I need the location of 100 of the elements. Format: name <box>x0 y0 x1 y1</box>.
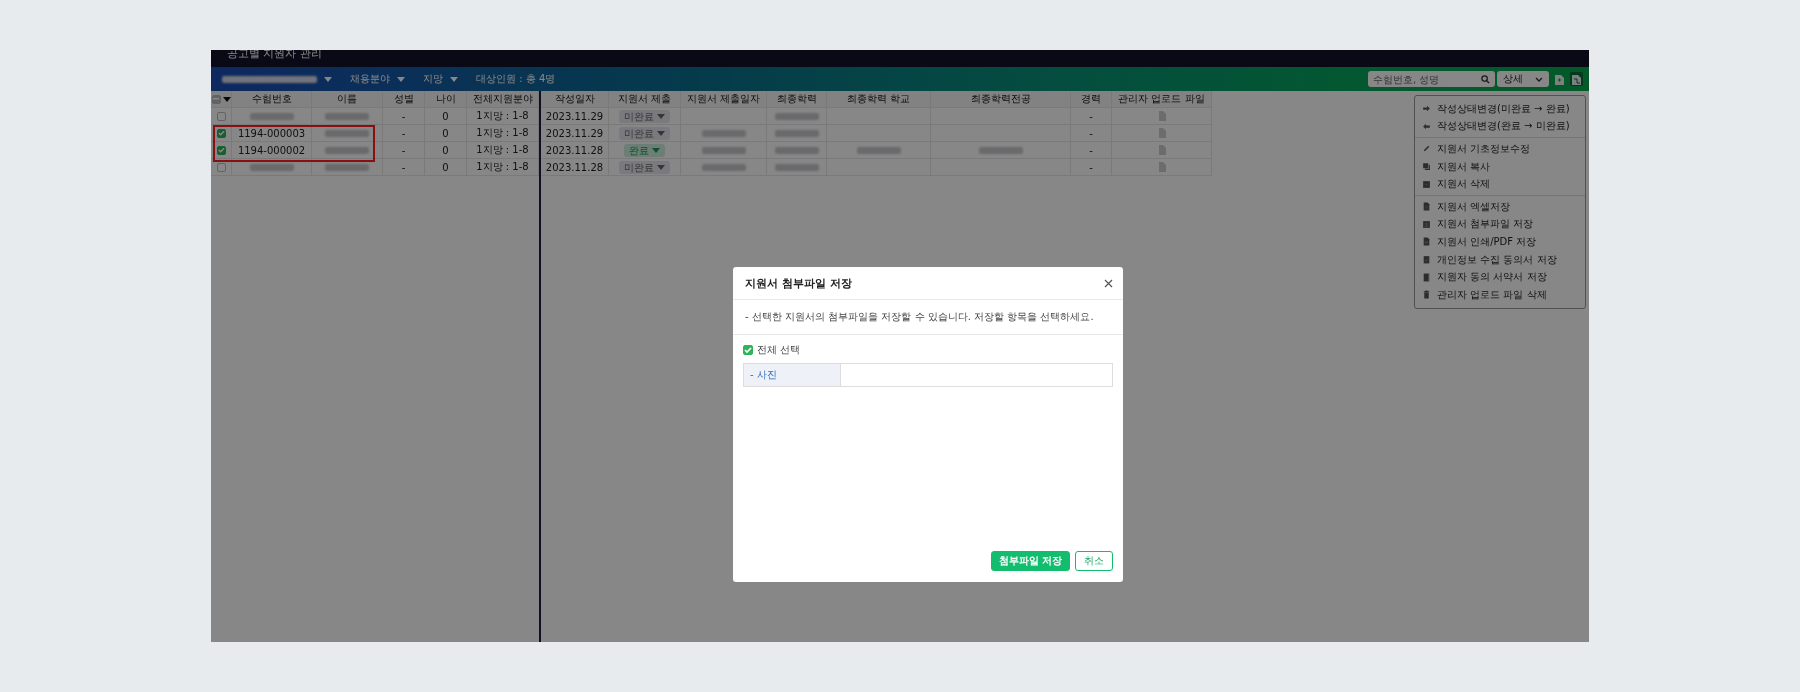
menu-item[interactable]: 지원서 엑셀저장 <box>1415 197 1585 216</box>
caret-icon <box>324 76 332 82</box>
cell-text: 1지망 : 1-8 <box>476 143 529 157</box>
add-file-button[interactable] <box>1553 72 1566 86</box>
chevron-icon <box>1535 76 1543 82</box>
cell-text: 0 <box>442 161 449 173</box>
cell-text: - <box>401 144 406 156</box>
menu-item-icon <box>1422 219 1431 229</box>
target-count: 대상인원 : 총 4명 <box>476 72 556 86</box>
cancel-button[interactable]: 취소 <box>1075 551 1113 571</box>
column-header[interactable]: 전체지원분야 <box>472 92 533 106</box>
cell-text: - <box>1089 127 1093 139</box>
cell-text: 2023.11.28 <box>545 161 604 173</box>
redacted-text <box>325 163 369 171</box>
status-dropdown[interactable]: 미완료 <box>619 160 670 174</box>
filter-dropdown[interactable]: 지망 <box>423 72 458 86</box>
column-header[interactable]: 관리자 업로드 파일 <box>1118 92 1205 106</box>
redacted-text <box>774 163 819 171</box>
redacted-text <box>701 163 746 171</box>
caret-icon <box>657 164 665 170</box>
menu-item[interactable]: 관리자 업로드 파일 삭제 <box>1415 285 1585 304</box>
cell-text: - <box>1089 161 1093 173</box>
redacted-text <box>774 129 819 137</box>
menu-item-icon <box>1422 272 1431 282</box>
menu-item[interactable]: 지원서 삭제 <box>1415 175 1585 193</box>
filter-dropdown[interactable]: 채용분야 <box>350 72 405 86</box>
caret-icon <box>397 76 405 82</box>
menu-item[interactable]: 지원서 복사 <box>1415 157 1585 176</box>
cell-text: - <box>401 161 406 173</box>
redacted-text <box>249 112 294 120</box>
table-row[interactable]: - 0 1지망 : 1-8 <box>211 159 539 176</box>
caret-icon <box>652 147 660 153</box>
caret-icon <box>450 76 458 82</box>
redacted-text <box>856 146 901 154</box>
cell-text: 0 <box>442 144 449 156</box>
column-header[interactable]: 경력 <box>1081 92 1101 106</box>
caret-icon <box>657 130 665 136</box>
menu-item[interactable]: 작성상태변경(완료 → 미완료) <box>1415 117 1585 136</box>
menu-item[interactable]: 지원서 인쇄/PDF 저장 <box>1415 233 1585 251</box>
cell-text: - <box>401 110 406 122</box>
column-header[interactable]: 최종학력 <box>776 92 817 106</box>
column-header[interactable]: 이름 <box>337 92 357 106</box>
column-header[interactable]: 최종학력전공 <box>970 92 1031 106</box>
menu-item-icon <box>1422 179 1431 189</box>
cell-text: 2023.11.29 <box>545 127 604 139</box>
column-header[interactable]: 성별 <box>393 92 414 106</box>
file-menu-button[interactable] <box>1570 72 1583 86</box>
checkbox[interactable] <box>743 345 753 355</box>
column-header[interactable]: 최종학력 학교 <box>846 92 911 106</box>
table-row[interactable]: - 0 1지망 : 1-8 <box>211 108 539 125</box>
redacted-text <box>701 146 746 154</box>
redacted-text <box>249 163 294 171</box>
checkbox[interactable] <box>216 162 226 172</box>
redacted-text <box>325 146 369 154</box>
cell-text: 0 <box>442 127 449 139</box>
redacted-text <box>701 129 746 137</box>
menu-item[interactable]: 지원서 기초정보수정 <box>1415 140 1585 158</box>
redacted-text <box>978 146 1023 154</box>
menu-item-icon <box>1422 237 1431 247</box>
cell-text: 1지망 : 1-8 <box>476 160 529 174</box>
cell-text: 1194-000002 <box>237 144 306 156</box>
column-header[interactable]: 수험번호 <box>251 92 292 106</box>
checkbox[interactable] <box>211 94 221 104</box>
checkbox[interactable] <box>216 145 226 155</box>
checkbox[interactable] <box>216 128 226 138</box>
column-header[interactable]: 나이 <box>435 92 456 106</box>
cell-text: 1지망 : 1-8 <box>476 109 529 123</box>
search-field[interactable]: 수험번호, 성명 <box>1368 71 1495 87</box>
menu-item-icon <box>1422 255 1431 265</box>
checkbox[interactable] <box>216 111 226 121</box>
dialog-description: - 선택한 지원서의 첨부파일을 저장할 수 있습니다. 저장할 항목을 선택하세요. <box>745 311 1094 322</box>
redacted-text <box>774 146 819 154</box>
menu-item-icon <box>1422 144 1431 154</box>
checkbox-label: 전체 선택 <box>757 343 801 357</box>
menu-item-icon <box>1422 162 1431 172</box>
menu-item-icon <box>1422 202 1431 212</box>
caret-icon <box>222 96 231 102</box>
redacted-text <box>325 129 369 137</box>
redacted-text <box>325 112 369 120</box>
cell-text: 2023.11.29 <box>545 110 604 122</box>
dialog-title: 지원서 첨부파일 저장 <box>745 275 852 291</box>
menu-item[interactable]: 작성상태변경(미완료 → 완료) <box>1415 100 1585 118</box>
field-label: - 사진 <box>750 368 777 382</box>
menu-item-icon <box>1422 290 1431 300</box>
menu-item[interactable]: 지원서 첨부파일 저장 <box>1415 215 1585 234</box>
cell-text: - <box>1089 144 1093 156</box>
search-icon <box>1481 75 1490 84</box>
cell-text: 0 <box>442 110 449 122</box>
close-button[interactable] <box>1104 278 1113 288</box>
column-header[interactable]: 작성일자 <box>554 92 595 106</box>
menu-item[interactable]: 개인정보 수집 동의서 저장 <box>1415 250 1585 269</box>
column-header[interactable]: 지원서 제출일자 <box>686 92 761 106</box>
cell-text: 1194-000003 <box>237 127 306 139</box>
column-header[interactable]: 지원서 제출 <box>617 92 672 106</box>
cell-text: 2023.11.28 <box>545 144 604 156</box>
menu-item[interactable]: 지원자 동의 서약서 저장 <box>1415 268 1585 286</box>
status-dropdown[interactable]: 미완료 <box>619 126 670 140</box>
view-select[interactable]: 상세 <box>1497 71 1549 87</box>
status-dropdown[interactable]: 미완료 <box>619 109 670 123</box>
cell-text: - <box>401 127 406 139</box>
